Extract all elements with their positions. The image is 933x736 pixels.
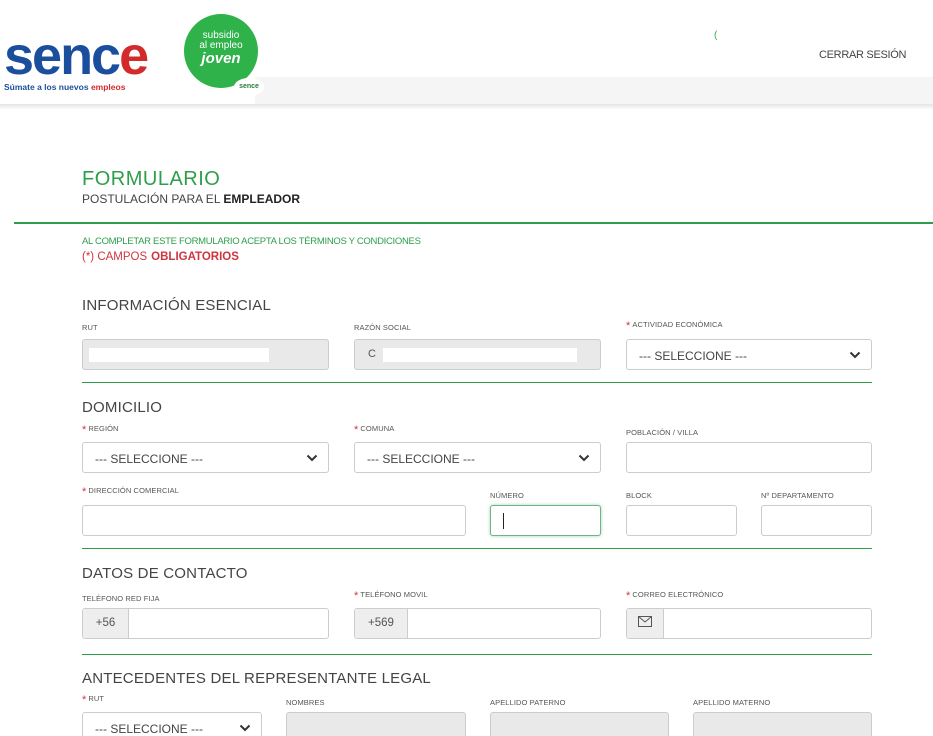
country-code-addon: +56 — [83, 609, 129, 638]
block-input[interactable] — [626, 505, 737, 536]
site-header: sence Súmate a los nuevos empleos subsid… — [0, 0, 933, 104]
section-title-contacto: DATOS DE CONTACTO — [82, 565, 248, 582]
departamento-label: Nº DEPARTAMENTO — [761, 491, 834, 500]
terms-notice: AL COMPLETAR ESTE FORMULARIO ACEPTA LOS … — [82, 236, 421, 247]
rut-label: RUT — [82, 323, 98, 332]
telefono-fijo-input[interactable]: +56 — [82, 608, 329, 639]
logo-tagline: Súmate a los nuevos empleos — [4, 82, 126, 92]
representante-rut-label: * RUT — [82, 694, 105, 706]
page-title: FORMULARIO — [82, 168, 221, 190]
telefono-fijo-label: TELÉFONO RED FIJA — [82, 594, 160, 603]
actividad-select[interactable]: --- SELECCIONE --- — [626, 339, 872, 370]
actividad-label: * ACTIVIDAD ECONÓMICA — [626, 320, 723, 332]
poblacion-label: POBLACIÓN / VILLA — [626, 428, 699, 437]
chevron-down-icon — [849, 351, 861, 359]
apellido-paterno-input — [490, 712, 669, 736]
chevron-down-icon — [306, 454, 318, 462]
region-label: * REGIÓN — [82, 424, 119, 436]
comuna-label: * COMUNA — [354, 424, 395, 436]
sence-logo[interactable]: sence Súmate a los nuevos empleos — [4, 28, 184, 94]
direccion-label: * DIRECCIÓN COMERCIAL — [82, 486, 180, 498]
representante-rut-select-value: --- SELECCIONE --- — [95, 722, 203, 736]
chevron-down-icon — [239, 724, 251, 732]
redacted-value — [383, 348, 577, 362]
mobile-code-addon: +569 — [355, 609, 408, 638]
section-title-esencial: INFORMACIÓN ESENCIAL — [82, 297, 272, 314]
section-divider — [82, 382, 872, 383]
text-cursor — [503, 513, 504, 529]
departamento-input[interactable] — [761, 505, 872, 536]
section-divider — [82, 654, 872, 655]
header-shadow — [0, 104, 933, 110]
telefono-movil-label: * TELÉFONO MOVIL — [354, 590, 428, 602]
razon-social-value: C — [368, 348, 376, 360]
logo-wordmark: sence — [4, 26, 149, 86]
title-divider — [14, 222, 933, 224]
required-fields-note: (*) CAMPOS OBLIGATORIOS — [82, 251, 239, 263]
section-title-domicilio: DOMICILIO — [82, 399, 163, 416]
rut-field — [82, 339, 329, 370]
razon-social-field: C — [354, 339, 601, 370]
nombres-input — [286, 712, 466, 736]
section-title-representante: ANTECEDENTES DEL REPRESENTANTE LEGAL — [82, 670, 431, 687]
email-addon — [627, 609, 664, 638]
telefono-movil-input[interactable]: +569 — [354, 608, 601, 639]
logout-link[interactable]: CERRAR SESIÓN — [819, 49, 906, 61]
nombres-label: NOMBRES — [286, 698, 325, 707]
header-bar — [255, 77, 933, 104]
envelope-icon — [638, 616, 652, 627]
badge-mini-logo: sence — [234, 78, 264, 96]
comuna-select-value: --- SELECCIONE --- — [367, 452, 475, 466]
section-divider — [82, 548, 872, 549]
apellido-paterno-label: APELLIDO PATERNO — [490, 698, 566, 707]
page-subtitle: POSTULACIÓN PARA EL EMPLEADOR — [82, 192, 301, 206]
razon-social-label: RAZÓN SOCIAL — [354, 323, 412, 332]
comuna-select[interactable]: --- SELECCIONE --- — [354, 442, 601, 473]
region-select[interactable]: --- SELECCIONE --- — [82, 442, 329, 473]
representante-rut-select[interactable]: --- SELECCIONE --- — [82, 712, 262, 736]
block-label: BLOCK — [626, 491, 652, 500]
redacted-value — [89, 348, 269, 362]
apellido-materno-label: APELLIDO MATERNO — [693, 698, 771, 707]
numero-label: NÚMERO — [490, 491, 524, 500]
apellido-materno-input — [693, 712, 872, 736]
actividad-select-value: --- SELECCIONE --- — [639, 349, 747, 363]
logo-accent-letter: e — [119, 26, 149, 86]
correo-input[interactable] — [626, 608, 872, 639]
header-mark: ( — [714, 30, 718, 41]
poblacion-input[interactable] — [626, 442, 872, 473]
numero-input[interactable] — [490, 505, 601, 536]
region-select-value: --- SELECCIONE --- — [95, 452, 203, 466]
direccion-input[interactable] — [82, 505, 466, 536]
subsidio-empleo-joven-badge: subsidio al empleo joven — [184, 14, 258, 88]
correo-label: * CORREO ELECTRÓNICO — [626, 590, 724, 602]
chevron-down-icon — [578, 454, 590, 462]
